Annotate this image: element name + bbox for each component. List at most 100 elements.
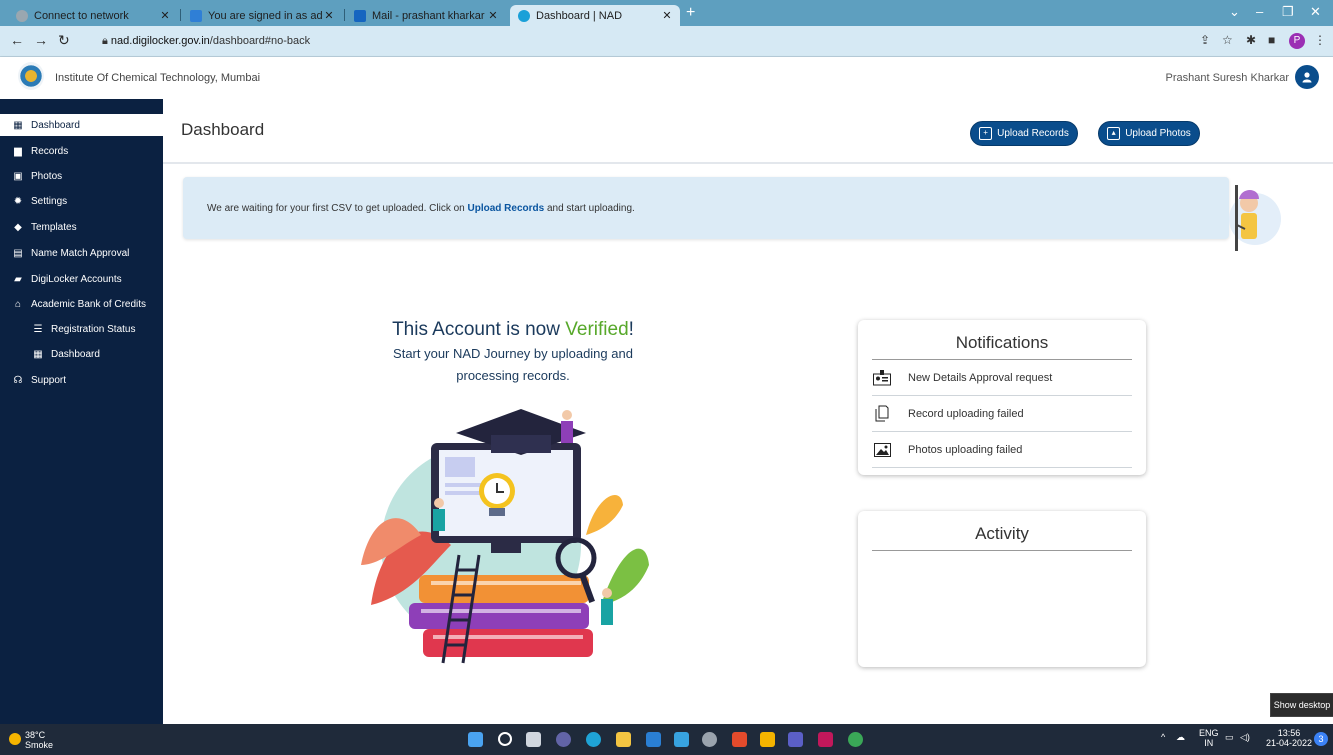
- sidebar-item-registration-status[interactable]: ☰ Registration Status: [0, 318, 163, 340]
- forward-arrow-icon[interactable]: →: [34, 32, 48, 48]
- address-bar-row: ← → ↻ 🔒︎ nad.digilocker.gov.in/dashboard…: [0, 26, 1333, 57]
- show-desktop-tooltip: Show desktop: [1270, 693, 1333, 717]
- close-icon[interactable]: ✕: [158, 9, 172, 22]
- chat-icon[interactable]: [556, 732, 571, 747]
- graduation-books-illustration: [361, 409, 649, 664]
- chrome-icon[interactable]: [848, 732, 863, 747]
- main-content: Dashboard + Upload Records ▴ Upload Photos…: [163, 99, 1333, 724]
- reload-icon[interactable]: ↻: [58, 32, 70, 49]
- tray-chevron-icon[interactable]: ^: [1161, 732, 1165, 742]
- minimize-icon[interactable]: –: [1256, 4, 1263, 19]
- file-copy-icon: [872, 405, 892, 422]
- weather-widget[interactable]: 38°C Smoke: [25, 730, 53, 750]
- new-tab-icon[interactable]: +: [686, 4, 695, 22]
- cloud-icon[interactable]: ☁: [1176, 732, 1185, 743]
- drive-icon[interactable]: [760, 732, 775, 747]
- url-field[interactable]: 🔒︎ nad.digilocker.gov.in/dashboard#no-ba…: [88, 31, 1236, 51]
- sidebar-item-digilocker-accounts[interactable]: ▰ DigiLocker Accounts: [0, 268, 163, 290]
- sidebar-item-name-match-approval[interactable]: ▤ Name Match Approval: [0, 242, 163, 264]
- notification-label: New Details Approval request: [908, 371, 1053, 384]
- extensions-icon[interactable]: ✱: [1246, 33, 1256, 47]
- sidebar-item-label: Settings: [31, 195, 68, 207]
- tab-label: Dashboard | NAD: [536, 9, 623, 22]
- user-avatar-icon[interactable]: [1295, 65, 1319, 89]
- sidebar-item-dashboard[interactable]: ▦ Dashboard: [0, 114, 163, 136]
- menu-kebab-icon[interactable]: ⋮: [1314, 33, 1326, 47]
- upload-photos-button[interactable]: ▴ Upload Photos: [1098, 121, 1200, 146]
- upload-records-link[interactable]: Upload Records: [468, 203, 545, 214]
- browser-tab-network[interactable]: Connect to network ✕: [8, 5, 178, 26]
- weather-sun-icon[interactable]: [9, 733, 21, 745]
- headset-icon: ☊: [13, 374, 23, 386]
- upload-file-icon: +: [979, 127, 993, 140]
- edge-icon[interactable]: [586, 732, 601, 747]
- clock[interactable]: 13:56 21-04-2022: [1266, 728, 1312, 748]
- info-banner: We are waiting for your first CSV to get…: [183, 177, 1229, 239]
- close-icon[interactable]: ✕: [660, 9, 674, 22]
- sidebar-item-label: Name Match Approval: [31, 247, 130, 259]
- calendar-icon: ▦: [13, 119, 23, 131]
- tab-label: Mail - prashant kharkar - Outlook: [372, 9, 486, 22]
- share-icon[interactable]: ⇪: [1200, 33, 1210, 47]
- notification-badge[interactable]: 3: [1314, 732, 1328, 746]
- sidebar-item-academic-bank-of-credits[interactable]: ⌂ Academic Bank of Credits: [0, 293, 163, 315]
- network-icon[interactable]: ▭: [1225, 732, 1234, 743]
- browser-tab-signed-in[interactable]: You are signed in as adean.ap ✕: [182, 5, 342, 26]
- verified-title: This Account is now Verified!: [392, 319, 634, 340]
- sidebar-item-templates[interactable]: ◆ Templates: [0, 216, 163, 238]
- search-icon[interactable]: [498, 732, 512, 746]
- sidebar-item-support[interactable]: ☊ Support: [0, 369, 163, 391]
- store-icon[interactable]: [646, 732, 661, 747]
- sidebar-item-settings[interactable]: ✹ Settings: [0, 190, 163, 212]
- restore-icon[interactable]: ❐: [1282, 4, 1294, 20]
- header-divider: [163, 162, 1333, 164]
- close-icon[interactable]: ✕: [322, 9, 336, 22]
- sidebar-item-photos[interactable]: ▣ Photos: [0, 165, 163, 187]
- institute-logo: [18, 62, 44, 90]
- lock-icon: 🔒︎: [102, 35, 111, 47]
- app-g-icon[interactable]: [818, 732, 833, 747]
- activity-card: Activity: [858, 511, 1146, 667]
- sidebar-item-abc-dashboard[interactable]: ▦ Dashboard: [0, 343, 163, 365]
- back-arrow-icon[interactable]: ←: [10, 32, 24, 48]
- sidepanel-icon[interactable]: ■: [1268, 33, 1275, 47]
- volume-icon[interactable]: ◁): [1240, 732, 1250, 743]
- s-app-icon: [190, 9, 202, 22]
- sidebar-item-records[interactable]: ▆ Records: [0, 140, 163, 162]
- bookmark-star-icon[interactable]: ☆: [1222, 33, 1233, 47]
- close-icon[interactable]: ✕: [486, 9, 500, 22]
- notifications-title: Notifications: [872, 320, 1132, 360]
- notifications-card: Notifications New Details Approval reque…: [858, 320, 1146, 475]
- language-indicator[interactable]: ENG IN: [1199, 728, 1219, 748]
- browser-tab-outlook[interactable]: Mail - prashant kharkar - Outlook ✕: [346, 5, 506, 26]
- teams-icon[interactable]: [788, 732, 803, 747]
- notification-label: Record uploading failed: [908, 407, 1024, 420]
- profile-avatar[interactable]: P: [1289, 33, 1305, 49]
- windows-start-icon[interactable]: [468, 732, 483, 747]
- taskbar: 38°C Smoke ^ ☁ ENG IN ▭ ◁) 13:56 21-04-2022…: [0, 724, 1333, 755]
- office-icon[interactable]: [732, 732, 747, 747]
- notification-item[interactable]: New Details Approval request: [872, 360, 1132, 396]
- tab-label: Connect to network: [34, 9, 129, 22]
- upload-records-button[interactable]: + Upload Records: [970, 121, 1078, 146]
- tab-search-icon[interactable]: ⌄: [1229, 4, 1240, 20]
- user-name[interactable]: Prashant Suresh Kharkar: [1165, 72, 1289, 84]
- sidebar-item-label: Registration Status: [51, 323, 136, 335]
- mail-icon[interactable]: [674, 732, 689, 747]
- file-explorer-icon[interactable]: [616, 732, 631, 747]
- sidebar-item-label: Records: [31, 145, 69, 157]
- settings-app-icon[interactable]: [702, 732, 717, 747]
- peeking-person-illustration: [1229, 185, 1281, 251]
- task-view-icon[interactable]: [526, 732, 541, 747]
- gear-icon: ✹: [13, 195, 23, 207]
- browser-tab-nad-dashboard[interactable]: Dashboard | NAD ✕: [510, 5, 680, 26]
- notification-item[interactable]: Photos uploading failed: [872, 432, 1132, 468]
- window-close-icon[interactable]: ✕: [1310, 4, 1321, 20]
- notification-item[interactable]: Record uploading failed: [872, 396, 1132, 432]
- upload-photos-label: Upload Photos: [1125, 128, 1191, 139]
- institute-name: Institute Of Chemical Technology, Mumbai: [55, 72, 261, 84]
- tab-divider: [344, 9, 345, 21]
- photo-icon: [872, 442, 892, 458]
- url-path: /dashboard#no-back: [209, 35, 311, 47]
- page-title: Dashboard: [181, 120, 265, 139]
